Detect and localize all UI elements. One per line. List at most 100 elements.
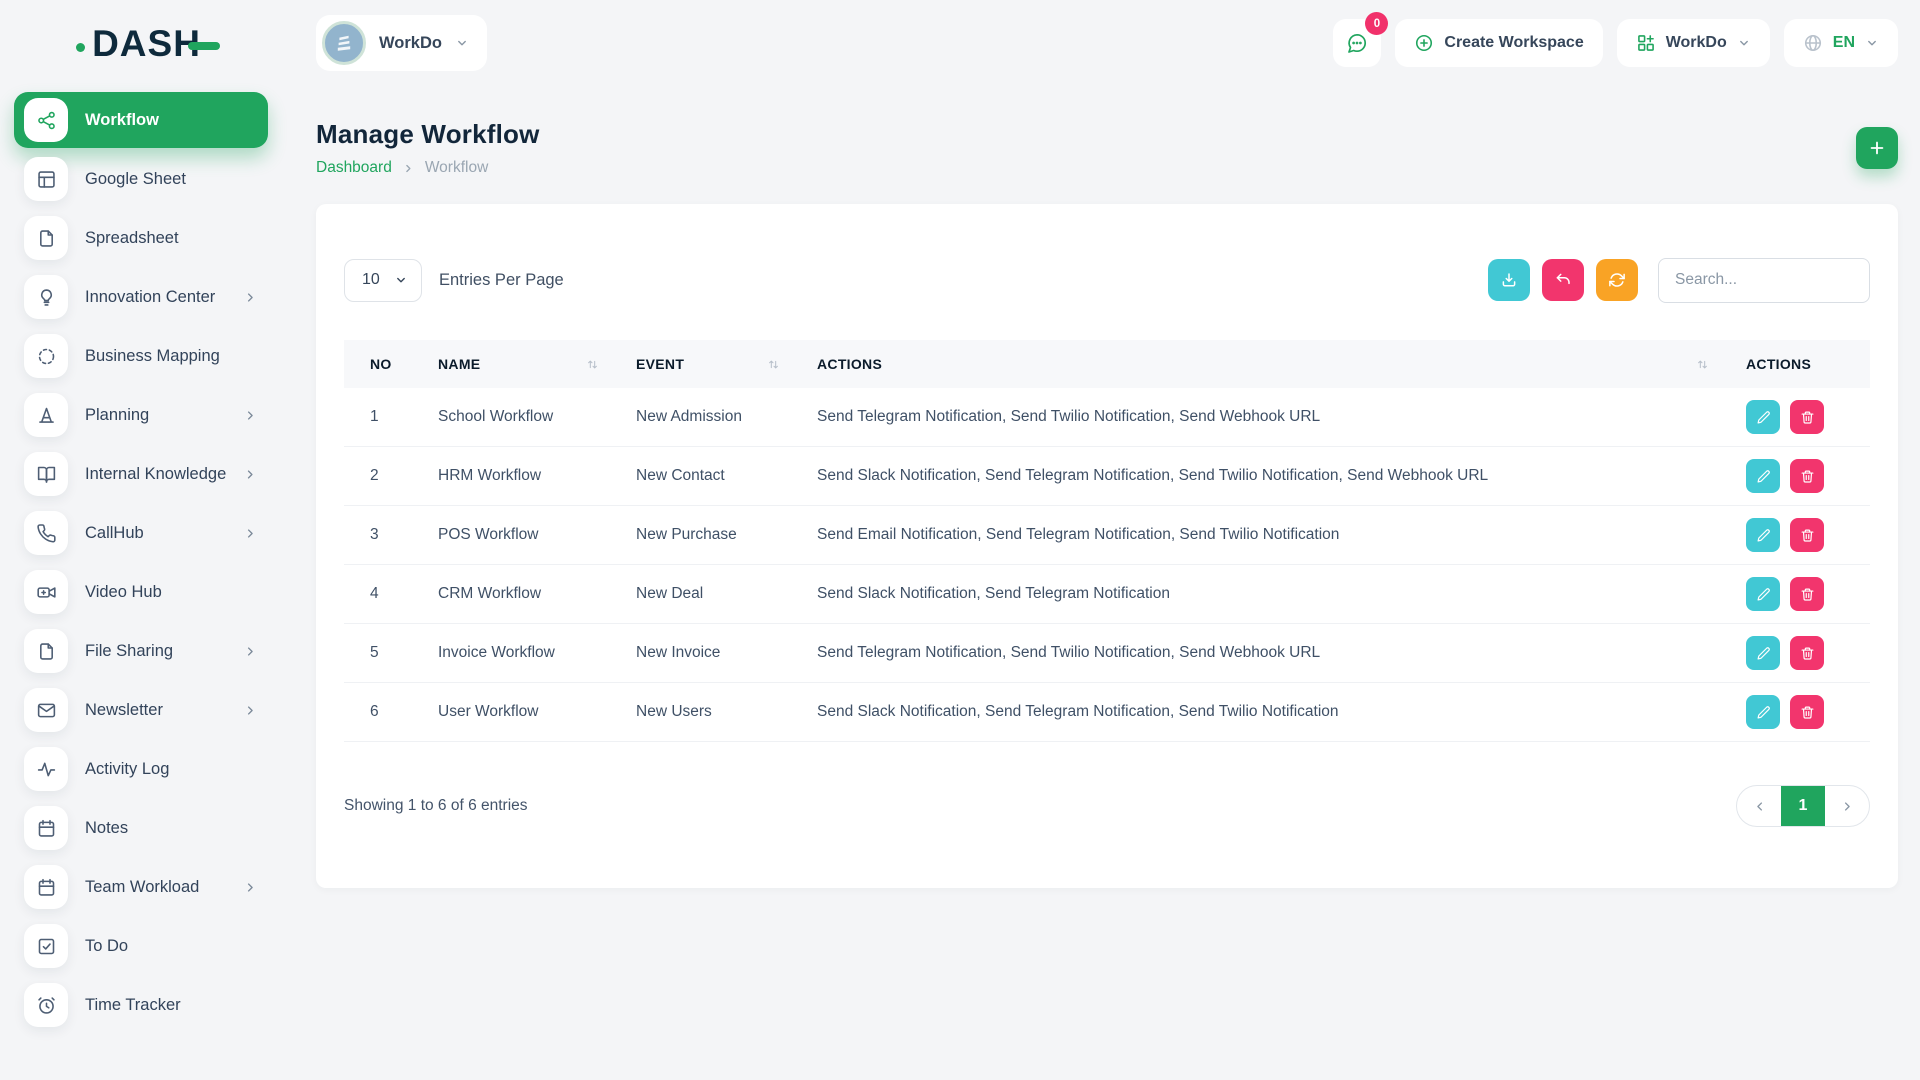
- current-page-button[interactable]: 1: [1781, 786, 1825, 826]
- sidebar-item-icon-box: [24, 688, 68, 732]
- pencil-icon: [1756, 410, 1771, 425]
- cell-name: POS Workflow: [412, 526, 610, 544]
- delete-button[interactable]: [1790, 459, 1824, 493]
- next-page-button[interactable]: [1825, 786, 1869, 826]
- download-icon: [1500, 271, 1518, 289]
- messages-badge: 0: [1365, 12, 1388, 35]
- edit-button[interactable]: [1746, 459, 1780, 493]
- edit-button[interactable]: [1746, 695, 1780, 729]
- sidebar-item-notes[interactable]: Notes: [14, 800, 268, 856]
- sidebar-item-icon: [36, 641, 57, 662]
- globe-icon: [1803, 33, 1823, 53]
- cell-event: New Invoice: [610, 644, 791, 662]
- chevron-right-icon: [243, 290, 258, 305]
- edit-button[interactable]: [1746, 636, 1780, 670]
- edit-button[interactable]: [1746, 518, 1780, 552]
- pencil-icon: [1756, 705, 1771, 720]
- sidebar-item-team-workload[interactable]: Team Workload: [14, 859, 268, 915]
- chevron-left-icon: [1752, 799, 1767, 814]
- sidebar-item-label: Notes: [85, 819, 128, 838]
- sidebar-item-icon: [36, 464, 57, 485]
- cell-name: User Workflow: [412, 703, 610, 721]
- breadcrumb-dashboard-link[interactable]: Dashboard: [316, 159, 392, 177]
- sidebar-item-icon: [36, 346, 57, 367]
- sidebar-item-label: File Sharing: [85, 642, 173, 661]
- delete-button[interactable]: [1790, 518, 1824, 552]
- chevron-right-icon: [243, 526, 258, 541]
- pagination: 1: [1736, 785, 1870, 827]
- sidebar-item-label: Team Workload: [85, 878, 199, 897]
- column-header-row-actions: ACTIONS: [1720, 356, 1870, 372]
- column-header-name[interactable]: NAME: [412, 356, 610, 372]
- sidebar-item-label: Planning: [85, 406, 149, 425]
- chevron-right-icon: [1840, 799, 1855, 814]
- sort-icon[interactable]: [1695, 357, 1710, 372]
- sidebar-item-workflow[interactable]: Workflow: [14, 92, 268, 148]
- sidebar-item-icon-box: [24, 806, 68, 850]
- sidebar-item-icon-box: [24, 98, 68, 142]
- cell-actions: Send Telegram Notification, Send Twilio …: [791, 644, 1720, 662]
- sidebar-item-internal-knowledge[interactable]: Internal Knowledge: [14, 446, 268, 502]
- column-header-actions[interactable]: ACTIONS: [791, 356, 1720, 372]
- chevron-down-icon: [1737, 36, 1751, 50]
- sidebar-item-label: Video Hub: [85, 583, 162, 602]
- undo-button[interactable]: [1542, 259, 1584, 301]
- edit-button[interactable]: [1746, 577, 1780, 611]
- sidebar-item-icon: [36, 582, 57, 603]
- plus-circle-icon: [1414, 33, 1434, 53]
- sidebar-item-spreadsheet[interactable]: Spreadsheet: [14, 210, 268, 266]
- sort-icon[interactable]: [585, 357, 600, 372]
- trash-icon: [1800, 528, 1815, 543]
- sidebar-item-newsletter[interactable]: Newsletter: [14, 682, 268, 738]
- entries-control: 10 Entries Per Page: [344, 259, 564, 302]
- sidebar-item-planning[interactable]: Planning: [14, 387, 268, 443]
- logo-text: DASH: [92, 23, 201, 65]
- chevron-down-icon: [394, 273, 408, 287]
- sidebar-item-time-tracker[interactable]: Time Tracker: [14, 977, 268, 1033]
- sidebar-item-file-sharing[interactable]: File Sharing: [14, 623, 268, 679]
- table-toolbar: [1488, 258, 1870, 303]
- previous-page-button[interactable]: [1737, 786, 1781, 826]
- topbar: WorkDo 0 Create Workspace WorkDo EN: [316, 15, 1898, 71]
- app-menu-label: WorkDo: [1666, 34, 1727, 52]
- trash-icon: [1800, 587, 1815, 602]
- cell-event: New Deal: [610, 585, 791, 603]
- cell-event: New Admission: [610, 408, 791, 426]
- chevron-down-icon: [455, 36, 469, 50]
- app-menu-button[interactable]: WorkDo: [1617, 19, 1770, 67]
- sidebar-item-icon: [36, 818, 57, 839]
- sidebar-item-business-mapping[interactable]: Business Mapping: [14, 328, 268, 384]
- workflow-table: NO NAME EVENT ACTIONS ACTIONS: [344, 340, 1870, 742]
- sidebar-item-video-hub[interactable]: Video Hub: [14, 564, 268, 620]
- export-button[interactable]: [1488, 259, 1530, 301]
- delete-button[interactable]: [1790, 636, 1824, 670]
- cell-no: 4: [344, 585, 412, 603]
- sidebar-item-callhub[interactable]: CallHub: [14, 505, 268, 561]
- cell-row-actions: [1720, 400, 1870, 434]
- column-header-event[interactable]: EVENT: [610, 356, 791, 372]
- plus-icon: [1867, 138, 1887, 158]
- sidebar-item-icon: [36, 523, 57, 544]
- sort-icon[interactable]: [766, 357, 781, 372]
- sidebar-item-to-do[interactable]: To Do: [14, 918, 268, 974]
- delete-button[interactable]: [1790, 695, 1824, 729]
- search-input[interactable]: [1658, 258, 1870, 303]
- cell-no: 6: [344, 703, 412, 721]
- sidebar-item-label: Workflow: [85, 111, 159, 130]
- table-controls: 10 Entries Per Page: [344, 258, 1870, 302]
- refresh-button[interactable]: [1596, 259, 1638, 301]
- edit-button[interactable]: [1746, 400, 1780, 434]
- sidebar-item-activity-log[interactable]: Activity Log: [14, 741, 268, 797]
- delete-button[interactable]: [1790, 577, 1824, 611]
- sidebar-item-google-sheet[interactable]: Google Sheet: [14, 151, 268, 207]
- entries-per-page-select[interactable]: 10: [344, 259, 422, 302]
- create-workspace-button[interactable]: Create Workspace: [1395, 19, 1602, 67]
- language-selector[interactable]: EN: [1784, 19, 1898, 67]
- workspace-selector[interactable]: WorkDo: [316, 15, 487, 71]
- add-workflow-button[interactable]: [1856, 127, 1898, 169]
- sidebar-item-icon-box: [24, 983, 68, 1027]
- delete-button[interactable]: [1790, 400, 1824, 434]
- messages-button[interactable]: 0: [1333, 19, 1381, 67]
- sidebar-item-icon-box: [24, 393, 68, 437]
- sidebar-item-innovation-center[interactable]: Innovation Center: [14, 269, 268, 325]
